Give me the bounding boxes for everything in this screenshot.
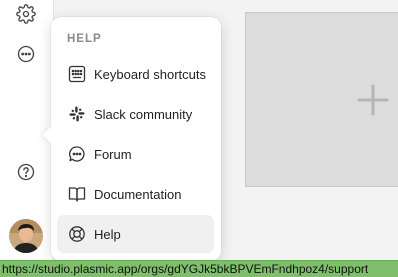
menu-item-label: Documentation <box>94 186 182 202</box>
chat-bubble-icon <box>68 145 86 163</box>
popover-title: HELP <box>67 33 102 45</box>
menu-item-slack-community[interactable]: Slack community <box>57 95 214 133</box>
status-bar-url: https://studio.plasmic.app/orgs/gdYGJk5b… <box>0 260 398 277</box>
menu-item-label: Help <box>94 226 121 242</box>
book-icon <box>68 185 86 203</box>
gear-icon[interactable] <box>13 1 39 27</box>
menu-item-label: Forum <box>94 146 132 162</box>
help-popover: HELP Keyboard shortcuts Slack community … <box>42 17 221 261</box>
menu-item-forum[interactable]: Forum <box>57 135 214 173</box>
canvas-placeholder <box>245 12 398 187</box>
more-icon[interactable] <box>13 41 39 67</box>
keyboard-icon <box>68 65 86 83</box>
slack-icon <box>68 105 86 123</box>
help-icon[interactable] <box>13 159 39 185</box>
menu-item-keyboard-shortcuts[interactable]: Keyboard shortcuts <box>57 55 214 93</box>
menu-item-label: Keyboard shortcuts <box>94 66 207 82</box>
avatar[interactable] <box>9 219 43 253</box>
plus-icon[interactable] <box>356 83 390 117</box>
menu-item-label: Slack community <box>94 106 193 122</box>
menu-item-documentation[interactable]: Documentation <box>57 175 214 213</box>
menu-item-help[interactable]: Help <box>57 215 214 253</box>
lifebuoy-icon <box>68 225 86 243</box>
